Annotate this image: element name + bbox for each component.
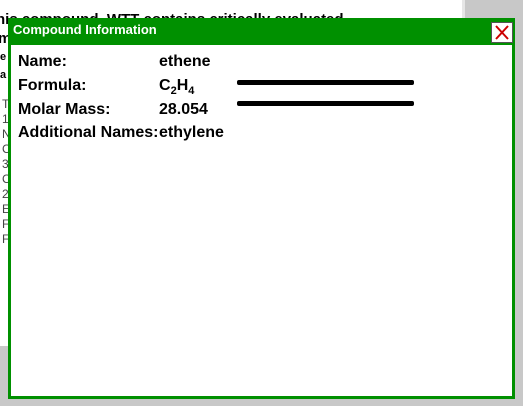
formula-label: Formula: (18, 77, 87, 94)
name-value: ethene (159, 53, 211, 70)
dialog-title: Compound Information (13, 22, 157, 37)
background-text-2: a (0, 69, 7, 81)
background-text-1: e (0, 51, 7, 63)
formula-hydrogen: H (176, 77, 189, 94)
molar-mass-value: 28.054 (159, 101, 208, 118)
close-x-icon (495, 25, 509, 40)
additional-names-value: ethylene (159, 124, 224, 141)
formula-hydrogen-count: 4 (188, 85, 195, 97)
page: his compound, WTT contains critically ev… (0, 0, 523, 406)
molar-mass-label: Molar Mass: (18, 101, 111, 118)
dialog-content: Name: ethene Formula: C2H4 Molar Mass: 2… (11, 45, 512, 396)
additional-names-label: Additional Names: (18, 124, 159, 141)
double-bond-line-top (237, 80, 414, 85)
formula-carbon: C (159, 77, 171, 94)
dialog-titlebar[interactable]: Compound Information (8, 18, 515, 44)
compound-info-dialog: Compound Information Name: ethene Formul… (8, 18, 515, 399)
name-label: Name: (18, 53, 67, 70)
formula-value: C2H4 (159, 76, 195, 97)
double-bond-line-bottom (237, 101, 414, 106)
close-button[interactable] (491, 22, 513, 43)
